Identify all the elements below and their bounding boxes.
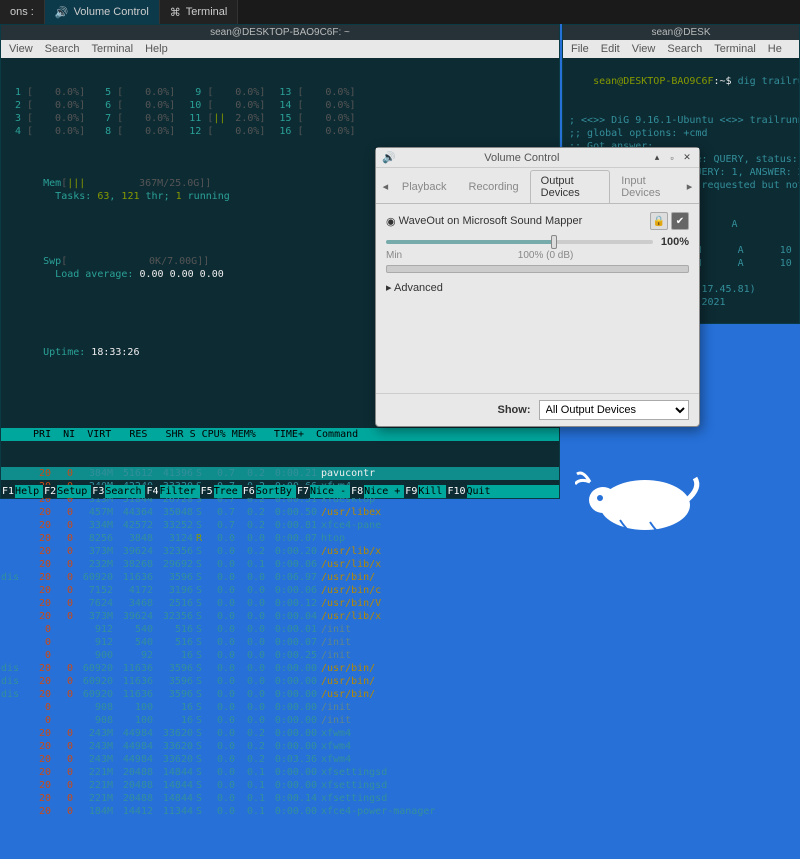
- process-row[interactable]: 0912540516S0.00.00:00.01/init: [1, 623, 559, 636]
- xfce-mouse-logo: [575, 460, 705, 540]
- process-row[interactable]: 200243M4498433620S0.00.20:03.36xfwm4: [1, 753, 559, 766]
- window-title: sean@DESKTOP-BAO9C6F: ~: [1, 25, 559, 40]
- menu-terminal[interactable]: Terminal: [714, 43, 756, 55]
- tabs: ◂ Playback Recording Output Devices Inpu…: [376, 168, 699, 203]
- show-select[interactable]: All Output Devices: [539, 400, 690, 420]
- process-row[interactable]: dis20060920116363596S0.00.00:00.00/usr/b…: [1, 662, 559, 675]
- volume-slider[interactable]: [386, 240, 653, 244]
- taskbar-terminal[interactable]: ⌘ Terminal: [160, 0, 239, 24]
- show-label: Show:: [386, 404, 531, 416]
- window-title: Volume Control: [396, 152, 648, 164]
- target-icon: ◉: [386, 215, 396, 228]
- maximize-button[interactable]: ▫: [666, 152, 678, 164]
- process-row[interactable]: 200825638483124R0.00.00:00.07htop: [1, 532, 559, 545]
- volume-percent: 100%: [661, 236, 689, 248]
- menu-edit[interactable]: Edit: [601, 43, 620, 55]
- terminal-menu: File Edit View Search Terminal He: [563, 40, 799, 58]
- lock-channels-button[interactable]: 🔒: [650, 212, 668, 230]
- process-row[interactable]: 200221M2048814844S0.00.10:00.14xfsetting…: [1, 792, 559, 805]
- minimize-button[interactable]: ▴: [651, 152, 663, 164]
- tab-playback[interactable]: Playback: [391, 176, 458, 197]
- htop-footer: F1HelpF2SetupF3SearchF4FilterF5TreeF6Sor…: [1, 485, 559, 498]
- vu-meter: [386, 265, 689, 273]
- process-row[interactable]: dis20060920116363596S0.00.00:00.00/usr/b…: [1, 688, 559, 701]
- check-icon: ✔: [676, 216, 684, 227]
- htop-columns: PRI NI VIRT RES SHR S CPU% MEM% TIME+ Co…: [1, 428, 559, 441]
- device-name: WaveOut on Microsoft Sound Mapper: [399, 215, 647, 227]
- tab-output-devices[interactable]: Output Devices: [530, 170, 611, 203]
- process-row[interactable]: 090810016S0.00.00:00.00/init: [1, 714, 559, 727]
- process-row[interactable]: 200184M1441211344S0.00.10:00.00xfce4-pow…: [1, 805, 559, 818]
- taskbar-label: Volume Control: [74, 6, 149, 18]
- tab-scroll-right[interactable]: ▸: [684, 180, 695, 193]
- window-titlebar[interactable]: 🔊 Volume Control ▴ ▫ ✕: [376, 148, 699, 168]
- window-title: sean@DESK: [563, 25, 799, 40]
- tab-scroll-left[interactable]: ◂: [380, 180, 391, 193]
- process-row[interactable]: 200762434682516S0.00.00:00.12/usr/bin/V: [1, 597, 559, 610]
- set-default-button[interactable]: ✔: [671, 212, 689, 230]
- taskbar-prefix: ons :: [0, 0, 45, 24]
- process-row[interactable]: 200221M2048814844S0.00.10:00.00xfsetting…: [1, 766, 559, 779]
- process-row[interactable]: 200373M3962432356S0.00.20:00.20/usr/lib/…: [1, 545, 559, 558]
- taskbar-label: Terminal: [186, 6, 228, 18]
- process-row[interactable]: 200232M3826829692S0.00.10:00.06/usr/lib/…: [1, 558, 559, 571]
- process-row[interactable]: 200221M2048814844S0.00.10:00.00xfsetting…: [1, 779, 559, 792]
- audio-icon: 🔊: [382, 151, 396, 164]
- advanced-expander[interactable]: Advanced: [386, 281, 689, 294]
- volume-control-window: 🔊 Volume Control ▴ ▫ ✕ ◂ Playback Record…: [375, 147, 700, 427]
- menu-search[interactable]: Search: [667, 43, 702, 55]
- slider-min-label: Min: [386, 250, 402, 261]
- process-row[interactable]: 090810016S0.00.00:00.00/init: [1, 701, 559, 714]
- menu-view[interactable]: View: [632, 43, 656, 55]
- close-button[interactable]: ✕: [681, 152, 693, 164]
- slider-thumb[interactable]: [551, 235, 557, 249]
- slider-max-label: 100% (0 dB): [518, 250, 574, 261]
- menu-file[interactable]: File: [571, 43, 589, 55]
- taskbar: ons : 🔊 Volume Control ⌘ Terminal: [0, 0, 800, 24]
- tab-panel: ◉ WaveOut on Microsoft Sound Mapper 🔒 ✔ …: [376, 203, 699, 393]
- tab-input-devices[interactable]: Input Devices: [610, 170, 684, 203]
- process-row[interactable]: dis20060920116363596S0.00.00:06.97/usr/b…: [1, 571, 559, 584]
- process-row[interactable]: 200243M4498433620S0.00.20:00.00xfwm4: [1, 727, 559, 740]
- lock-icon: 🔒: [653, 216, 665, 227]
- terminal-icon: ⌘: [170, 6, 181, 19]
- process-row[interactable]: 200715241723196S0.00.00:00.06/usr/bin/c: [1, 584, 559, 597]
- process-row[interactable]: 200373M3962432356S0.00.00:00.04/usr/lib/…: [1, 610, 559, 623]
- menu-view[interactable]: View: [9, 43, 33, 55]
- menu-help[interactable]: He: [768, 43, 782, 55]
- speaker-icon: 🔊: [55, 6, 69, 19]
- process-row[interactable]: 200334M4257233252S0.70.20:00.81xfce4-pan…: [1, 519, 559, 532]
- taskbar-volume-control[interactable]: 🔊 Volume Control: [45, 0, 160, 24]
- process-row[interactable]: 09009216S0.00.00:00.25/init: [1, 649, 559, 662]
- menu-help[interactable]: Help: [145, 43, 168, 55]
- show-footer: Show: All Output Devices: [376, 393, 699, 426]
- process-row[interactable]: 200457M4436435048S0.70.20:00.50/usr/libe…: [1, 506, 559, 519]
- menu-search[interactable]: Search: [45, 43, 80, 55]
- process-row[interactable]: 200243M4498433620S0.00.20:00.00xfwm4: [1, 740, 559, 753]
- process-row[interactable]: 200384M5161241396S0.70.20:00.21pavucontr: [1, 467, 559, 480]
- menu-terminal[interactable]: Terminal: [92, 43, 134, 55]
- tab-recording[interactable]: Recording: [458, 176, 530, 197]
- process-row[interactable]: dis20060920116363596S0.00.00:00.00/usr/b…: [1, 675, 559, 688]
- terminal-menu: View Search Terminal Help: [1, 40, 559, 58]
- process-row[interactable]: 0912540516S0.00.00:00.07/init: [1, 636, 559, 649]
